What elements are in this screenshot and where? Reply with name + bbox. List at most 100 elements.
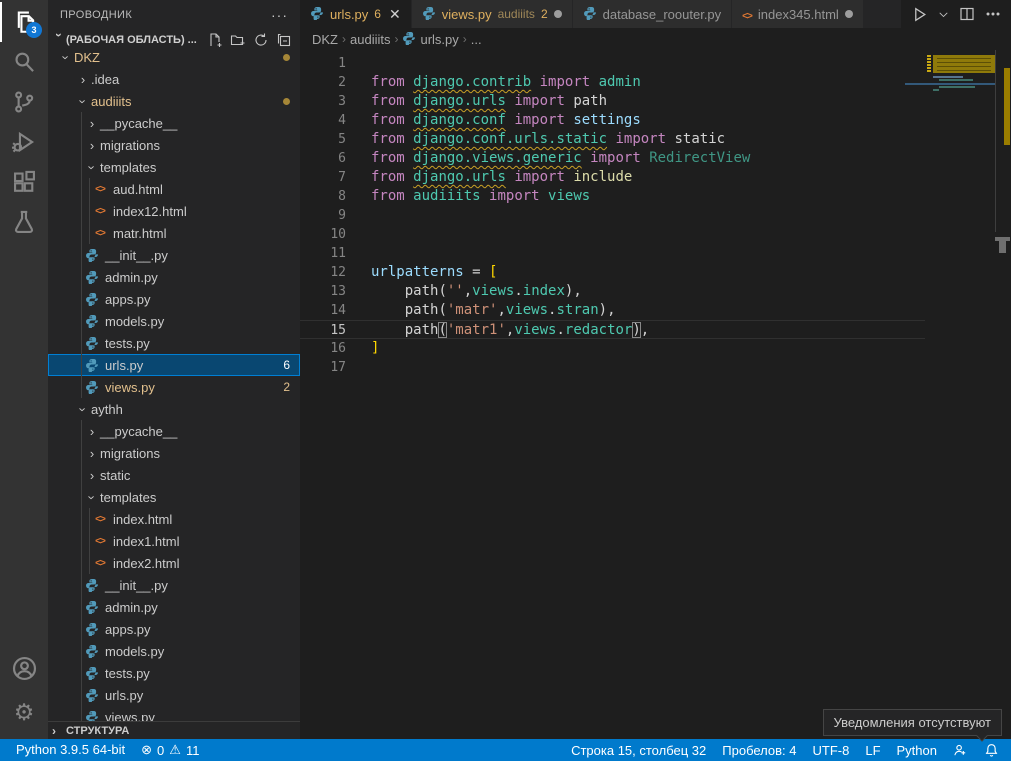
encoding-item[interactable]: UTF-8 [805,743,858,758]
tree-item-templates[interactable]: ›templates [48,156,300,178]
dirty-dot-icon [845,10,853,18]
tree-item-audiiits[interactable]: ›audiiits [48,90,300,112]
scrollbar-slider[interactable] [999,241,1006,253]
tree-item-apps-py[interactable]: apps.py [48,288,300,310]
activity-accounts[interactable] [0,648,48,688]
overview-ruler[interactable] [995,50,1011,739]
ellipsis-icon[interactable] [985,6,1001,22]
tree-item-label: index2.html [113,556,179,571]
tree-item--idea[interactable]: ›.idea [48,68,300,90]
chevron-right-icon[interactable]: › [84,468,100,483]
activity-settings[interactable]: ⚙ [0,692,48,732]
tree-item-urls-py[interactable]: urls.py6 [48,354,300,376]
overview-warning-marker [1004,68,1010,145]
tree-item-static[interactable]: ›static [48,464,300,486]
eol-item[interactable]: LF [857,743,888,758]
new-folder-icon[interactable] [230,32,246,48]
tab-views-py[interactable]: views.pyaudiiits2 [412,0,573,28]
chevron-down-icon[interactable]: › [59,52,74,65]
python-icon [422,6,436,23]
cursor-position-item[interactable]: Строка 15, столбец 32 [563,743,714,758]
tree-item-label: aythh [91,402,123,417]
tab-urls-py[interactable]: urls.py6✕ [300,0,412,28]
tree-item-index12-html[interactable]: <>index12.html [48,200,300,222]
tree-item-migrations[interactable]: ›migrations [48,134,300,156]
tree-item-label: views.py [105,380,155,395]
tree-item-matr-html[interactable]: <>matr.html [48,222,300,244]
refresh-icon[interactable] [253,32,269,48]
problems-item[interactable]: ⊗ 0 ⚠ 11 [133,742,207,758]
new-file-icon[interactable] [207,32,223,48]
activity-run-debug[interactable] [0,122,48,162]
warning-count: 11 [186,743,200,758]
tree-item-apps-py[interactable]: apps.py [48,618,300,640]
chevron-down-icon[interactable]: › [76,93,91,109]
run-icon[interactable] [911,6,928,23]
code-editor[interactable]: 12from django.contrib import admin3from … [300,50,1011,739]
breadcrumb-item-urls-py[interactable]: urls.py [402,31,458,48]
tree-item-label: models.py [105,644,164,659]
tree-item-admin-py[interactable]: admin.py [48,596,300,618]
chevron-right-icon[interactable]: › [84,116,100,131]
tree-item--init-py[interactable]: __init__.py [48,244,300,266]
chevron-down-icon[interactable]: › [85,159,100,175]
tab-database-roouter-py[interactable]: database_roouter.py [573,0,733,28]
chevron-right-icon[interactable]: › [84,138,100,153]
sidebar-more-actions[interactable]: ··· [271,7,288,23]
breadcrumb-item-audiiits[interactable]: audiiits [350,32,390,47]
activity-explorer[interactable]: 3 [0,2,48,42]
breadcrumb-item-dkz[interactable]: DKZ [312,32,338,47]
tree-item-label: matr.html [113,226,166,241]
tree-item-aud-html[interactable]: <>aud.html [48,178,300,200]
tree-item-models-py[interactable]: models.py [48,310,300,332]
activity-extensions[interactable] [0,162,48,202]
tab-index345-html[interactable]: <>index345.html [732,0,864,28]
chevron-right-icon[interactable]: › [75,72,91,87]
warning-icon: ⚠ [169,742,181,758]
activity-source-control[interactable] [0,82,48,122]
tree-item-admin-py[interactable]: admin.py [48,266,300,288]
tree-item-label: __init__.py [105,578,168,593]
breadcrumb-item--[interactable]: ... [471,32,482,47]
tree-item-aythh[interactable]: ›aythh [48,398,300,420]
notifications-item[interactable] [976,743,1007,758]
tree-item-models-py[interactable]: models.py [48,640,300,662]
tree-item-tests-py[interactable]: tests.py [48,662,300,684]
tree-item-tests-py[interactable]: tests.py [48,332,300,354]
tree-item-urls-py[interactable]: urls.py [48,684,300,706]
tree-item-views-py[interactable]: views.py2 [48,376,300,398]
tab-bar: urls.py6✕views.pyaudiiits2database_roout… [300,0,1011,28]
chevron-down-icon[interactable] [938,9,949,20]
activity-search[interactable] [0,42,48,82]
tree-item-dkz[interactable]: ›DKZ [48,52,300,68]
close-icon[interactable]: ✕ [389,6,401,23]
chevron-down-icon[interactable]: › [85,489,100,505]
minimap[interactable] [905,50,995,739]
indentation-item[interactable]: Пробелов: 4 [714,743,804,758]
tree-item--init-py[interactable]: __init__.py [48,574,300,596]
tree-item-views-py[interactable]: views.py [48,706,300,721]
tree-item-migrations[interactable]: ›migrations [48,442,300,464]
split-editor-icon[interactable] [959,6,975,22]
collapse-all-icon[interactable] [276,32,292,48]
outline-section-header[interactable]: › СТРУКТУРА [48,721,300,739]
chevron-right-icon[interactable]: › [84,446,100,461]
run-debug-icon [11,129,37,155]
tree-item-index-html[interactable]: <>index.html [48,508,300,530]
tree-item-templates[interactable]: ›templates [48,486,300,508]
tree-item--pycache-[interactable]: ›__pycache__ [48,112,300,134]
activity-testing[interactable] [0,202,48,242]
chevron-right-icon[interactable]: › [84,424,100,439]
editor-group: urls.py6✕views.pyaudiiits2database_roout… [300,0,1011,739]
language-mode-item[interactable]: Python [889,743,945,758]
sidebar-title: ПРОВОДНИК [60,9,132,21]
chevron-down-icon[interactable]: › [76,401,91,417]
workspace-section-header[interactable]: › (РАБОЧАЯ ОБЛАСТЬ) ... [48,30,300,50]
line-number: 3 [300,92,346,111]
tree-item--pycache-[interactable]: ›__pycache__ [48,420,300,442]
tree-item-index2-html[interactable]: <>index2.html [48,552,300,574]
tree-item-index1-html[interactable]: <>index1.html [48,530,300,552]
code-line-15[interactable]: 15 path('matr1',views.redactor), [300,320,925,339]
python-interpreter-item[interactable]: Python 3.9.5 64-bit [8,742,133,757]
feedback-item[interactable] [945,743,976,758]
